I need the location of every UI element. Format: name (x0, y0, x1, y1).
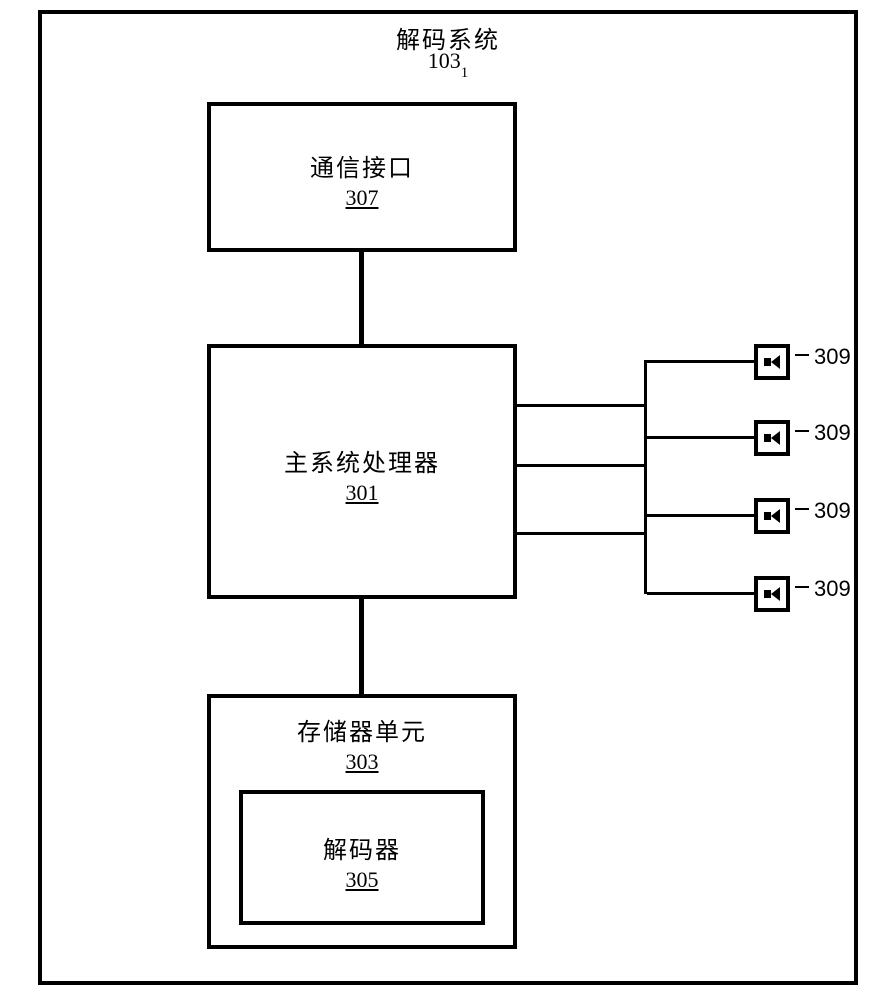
speaker-connector (647, 592, 757, 595)
decoding-system-frame: 解码系统 1031 通信接口 307 主系统处理器 301 存储器单元 303 … (38, 10, 858, 985)
leader-dash (795, 354, 809, 356)
bus-line (517, 464, 647, 467)
communication-interface-label: 通信接口 (211, 148, 513, 183)
speaker-number: 309 (814, 344, 851, 370)
bus-line (517, 532, 647, 535)
speaker-connector (647, 436, 757, 439)
speaker-number: 309 (814, 498, 851, 524)
leader-dash (795, 508, 809, 510)
speaker-icon (754, 498, 790, 534)
decoder-number: 305 (346, 867, 379, 893)
system-number: 1031 (42, 48, 854, 78)
speaker-connector (647, 514, 757, 517)
speaker-number: 309 (814, 420, 851, 446)
memory-unit-box: 存储器单元 303 解码器 305 (207, 694, 517, 949)
speaker-icon (754, 420, 790, 456)
main-processor-label: 主系统处理器 (211, 443, 513, 478)
leader-dash (795, 430, 809, 432)
leader-dash (795, 586, 809, 588)
communication-interface-box: 通信接口 307 (207, 102, 517, 252)
memory-unit-label: 存储器单元 (211, 712, 513, 747)
speaker-icon (754, 344, 790, 380)
speaker-connector (647, 360, 757, 363)
decoder-box: 解码器 305 (239, 790, 485, 925)
connector-comm-to-proc (359, 252, 364, 345)
speaker-icon (754, 576, 790, 612)
decoder-label: 解码器 (243, 830, 481, 865)
bus-line (517, 404, 647, 407)
main-processor-box: 主系统处理器 301 (207, 344, 517, 599)
main-processor-number: 301 (346, 480, 379, 506)
communication-interface-number: 307 (346, 185, 379, 211)
bus-trunk (644, 360, 647, 594)
speaker-number: 309 (814, 576, 851, 602)
memory-unit-number: 303 (346, 749, 379, 775)
connector-proc-to-mem (359, 599, 364, 695)
